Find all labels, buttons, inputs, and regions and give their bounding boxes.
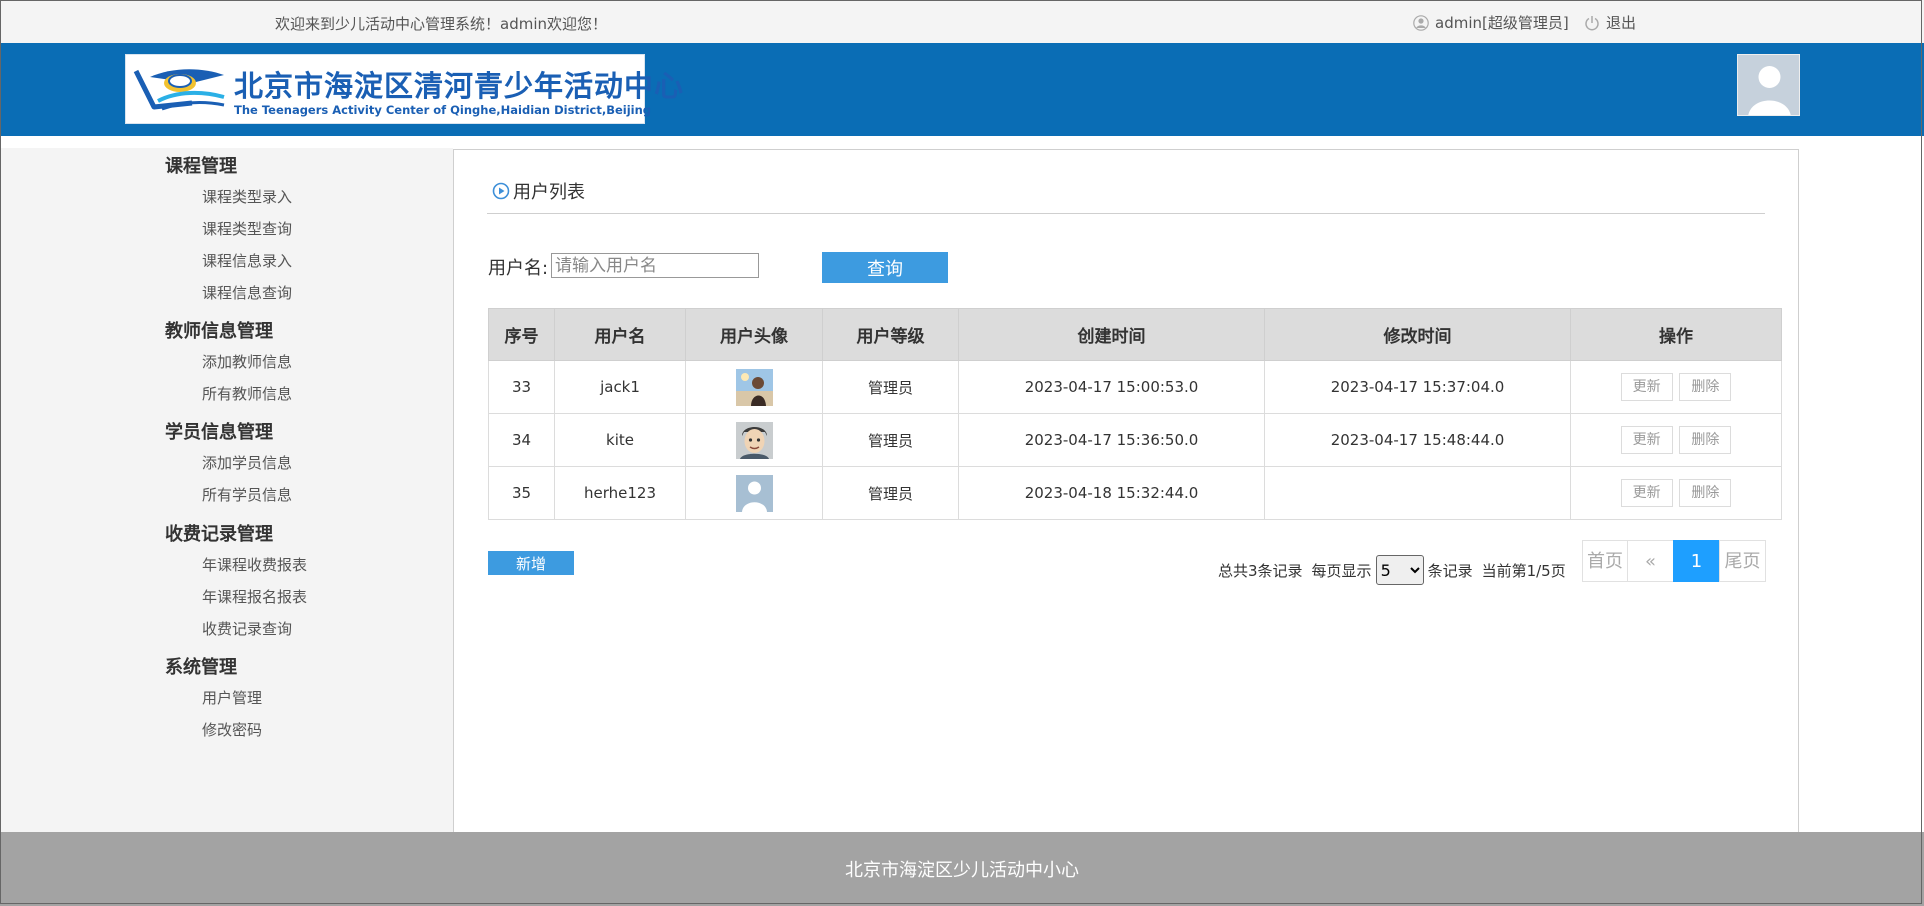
total-records-text: 总共3条记录 [1218,561,1303,580]
table-row: 33 jack1 管理员 2023-04-17 15:00:53.0 2023-… [488,360,1782,414]
cell-username: kite [554,413,686,467]
cell-level: 管理员 [822,360,959,414]
menu-group-fees[interactable]: 收费记录管理 [165,520,273,546]
update-button[interactable]: 更新 [1620,426,1673,454]
welcome-text: 欢迎来到少儿活动中心管理系统！admin欢迎您！ [275,15,608,33]
username-search-input[interactable] [551,253,759,278]
logout-label: 退出 [1606,14,1637,32]
cell-modified [1264,466,1571,520]
logo-title-cn: 北京市海淀区清河青少年活动中心 [234,69,685,103]
menu-item-add-student[interactable]: 添加学员信息 [202,452,292,473]
cell-avatar [685,360,823,414]
prev-page-button[interactable]: « [1627,540,1674,582]
users-table: 序号 用户名 用户头像 用户等级 创建时间 修改时间 操作 33 jack1 管… [488,308,1782,520]
cell-id: 33 [488,360,555,414]
cell-created: 2023-04-17 15:00:53.0 [958,360,1265,414]
column-header-actions: 操作 [1570,308,1782,361]
cartoon-avatar-icon [735,421,773,459]
menu-item-fee-report[interactable]: 年课程收费报表 [202,554,307,575]
page-1-button[interactable]: 1 [1673,540,1720,582]
menu-item-course-info-query[interactable]: 课程信息查询 [202,282,292,303]
cell-id: 34 [488,413,555,467]
cell-created: 2023-04-18 15:32:44.0 [958,466,1265,520]
table-row: 35 herhe123 管理员 2023-04-18 15:32:44.0 更新… [488,466,1782,520]
sidebar: 课程管理 课程类型录入 课程类型查询 课程信息录入 课程信息查询 教师信息管理 … [0,148,453,832]
menu-item-course-type-entry[interactable]: 课程类型录入 [202,186,292,207]
update-button[interactable]: 更新 [1620,479,1673,507]
current-user[interactable]: admin[超级管理员] [1413,12,1569,33]
page-title: 用户列表 [492,178,585,204]
site-logo[interactable]: 北京市海淀区清河青少年活动中心 The Teenagers Activity C… [125,54,683,124]
last-page-button[interactable]: 尾页 [1719,540,1766,582]
column-header-avatar: 用户头像 [685,308,823,361]
menu-item-enroll-report[interactable]: 年课程报名报表 [202,586,307,607]
search-label: 用户名: [488,258,549,279]
footer-text: 北京市海淀区少儿活动中小心 [845,860,1079,881]
menu-item-all-students[interactable]: 所有学员信息 [202,484,292,505]
per-page-suffix: 条记录 [1427,561,1473,580]
play-circle-icon [492,182,510,200]
per-page-label: 每页显示 [1311,561,1372,580]
menu-group-student[interactable]: 学员信息管理 [165,418,273,444]
pager-info: 总共3条记录 每页显示 5 条记录 当前第1/5页 [1218,555,1566,585]
first-page-button[interactable]: 首页 [1582,540,1628,582]
cell-level: 管理员 [822,413,959,467]
menu-item-user-management[interactable]: 用户管理 [202,687,262,708]
power-icon [1585,15,1599,30]
cell-actions: 更新 删除 [1570,413,1782,467]
cell-created: 2023-04-17 15:36:50.0 [958,413,1265,467]
cell-username: jack1 [554,360,686,414]
header-banner: 北京市海淀区清河青少年活动中心 The Teenagers Activity C… [0,43,1924,136]
default-avatar-icon [735,474,773,512]
title-divider [487,213,1765,214]
cell-avatar [685,466,823,520]
main-panel: 用户列表 用户名: 查询 序号 用户名 用户头像 用户等级 创建时间 修改时间 … [453,149,1799,833]
menu-item-course-info-entry[interactable]: 课程信息录入 [202,250,292,271]
cell-actions: 更新 删除 [1570,360,1782,414]
menu-item-all-teachers[interactable]: 所有教师信息 [202,383,292,404]
menu-item-fee-query[interactable]: 收费记录查询 [202,618,292,639]
menu-item-add-teacher[interactable]: 添加教师信息 [202,351,292,372]
page-title-text: 用户列表 [513,182,585,203]
user-icon [1413,14,1429,31]
default-avatar-icon [1738,55,1799,115]
per-page-select[interactable]: 5 [1375,555,1424,585]
cell-avatar [685,413,823,467]
logo-emblem-icon [133,69,225,111]
current-user-label: admin[超级管理员] [1435,14,1569,32]
delete-button[interactable]: 删除 [1679,479,1732,507]
photo-avatar-icon [735,368,773,406]
pagination: 首页 « 1 尾页 [1582,540,1766,582]
profile-avatar[interactable] [1737,54,1800,116]
menu-item-change-password[interactable]: 修改密码 [202,719,262,740]
menu-item-course-type-query[interactable]: 课程类型查询 [202,218,292,239]
cell-id: 35 [488,466,555,520]
cell-modified: 2023-04-17 15:37:04.0 [1264,360,1571,414]
cell-username: herhe123 [554,466,686,520]
menu-group-teacher[interactable]: 教师信息管理 [165,317,273,343]
column-header-level: 用户等级 [822,308,959,361]
column-header-username: 用户名 [554,308,686,361]
logo-title-en: The Teenagers Activity Center of Qinghe,… [234,103,652,117]
top-bar: 欢迎来到少儿活动中心管理系统！admin欢迎您！ admin[超级管理员] 退出 [0,0,1924,43]
menu-group-system[interactable]: 系统管理 [165,653,237,679]
cell-level: 管理员 [822,466,959,520]
search-button[interactable]: 查询 [822,252,948,283]
footer: 北京市海淀区少儿活动中小心 [0,832,1924,906]
table-header-row: 序号 用户名 用户头像 用户等级 创建时间 修改时间 操作 [488,308,1782,361]
update-button[interactable]: 更新 [1620,373,1673,401]
add-user-button[interactable]: 新增 [488,551,574,575]
logout-link[interactable]: 退出 [1584,12,1636,33]
delete-button[interactable]: 删除 [1679,373,1732,401]
column-header-created: 创建时间 [958,308,1265,361]
current-page-text: 当前第1/5页 [1481,561,1566,580]
menu-group-course[interactable]: 课程管理 [165,152,237,178]
table-row: 34 kite 管理员 2023-04-17 15:36:50.0 2023-0… [488,413,1782,467]
cell-modified: 2023-04-17 15:48:44.0 [1264,413,1571,467]
cell-actions: 更新 删除 [1570,466,1782,520]
delete-button[interactable]: 删除 [1679,426,1732,454]
column-header-id: 序号 [488,308,555,361]
column-header-modified: 修改时间 [1264,308,1571,361]
